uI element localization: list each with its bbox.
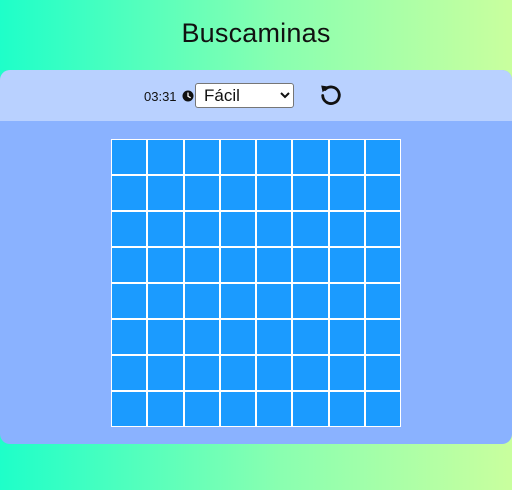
board-cell[interactable] <box>148 212 183 246</box>
clock-icon <box>182 90 194 102</box>
board-cell[interactable] <box>293 284 328 318</box>
board-cell[interactable] <box>184 176 219 210</box>
game-panel: 03:31 Fácil <box>0 70 512 444</box>
board-cell[interactable] <box>257 392 292 426</box>
board-cell[interactable] <box>148 140 183 174</box>
board-cell[interactable] <box>365 320 400 354</box>
board-cell[interactable] <box>293 356 328 390</box>
board-cell[interactable] <box>365 140 400 174</box>
minefield-grid <box>111 139 401 427</box>
board-cell[interactable] <box>148 284 183 318</box>
board-cell[interactable] <box>293 392 328 426</box>
board-cell[interactable] <box>257 356 292 390</box>
board-cell[interactable] <box>220 212 255 246</box>
board-cell[interactable] <box>148 392 183 426</box>
board-cell[interactable] <box>184 212 219 246</box>
board-cell[interactable] <box>365 176 400 210</box>
board-cell[interactable] <box>220 140 255 174</box>
board-cell[interactable] <box>148 320 183 354</box>
board-cell[interactable] <box>257 176 292 210</box>
board-cell[interactable] <box>329 176 364 210</box>
board-cell[interactable] <box>184 284 219 318</box>
board-cell[interactable] <box>220 356 255 390</box>
board-cell[interactable] <box>329 140 364 174</box>
board-cell[interactable] <box>112 320 147 354</box>
board-cell[interactable] <box>220 320 255 354</box>
board-cell[interactable] <box>329 284 364 318</box>
board-cell[interactable] <box>184 356 219 390</box>
board-cell[interactable] <box>293 140 328 174</box>
board-cell[interactable] <box>293 176 328 210</box>
board-cell[interactable] <box>112 212 147 246</box>
difficulty-select[interactable]: Fácil <box>195 83 294 108</box>
board-cell[interactable] <box>220 284 255 318</box>
board-cell[interactable] <box>293 320 328 354</box>
board-cell[interactable] <box>329 392 364 426</box>
board-cell[interactable] <box>112 140 147 174</box>
board-cell[interactable] <box>365 248 400 282</box>
board-cell[interactable] <box>220 176 255 210</box>
board-cell[interactable] <box>112 248 147 282</box>
board-cell[interactable] <box>112 392 147 426</box>
board-cell[interactable] <box>365 284 400 318</box>
board-cell[interactable] <box>257 212 292 246</box>
board-cell[interactable] <box>148 356 183 390</box>
board-cell[interactable] <box>329 212 364 246</box>
board-cell[interactable] <box>257 284 292 318</box>
board-cell[interactable] <box>329 320 364 354</box>
board-cell[interactable] <box>257 248 292 282</box>
board-cell[interactable] <box>148 248 183 282</box>
board-cell[interactable] <box>184 392 219 426</box>
board-cell[interactable] <box>365 356 400 390</box>
board-cell[interactable] <box>329 248 364 282</box>
page-title: Buscaminas <box>181 18 331 48</box>
board-cell[interactable] <box>112 356 147 390</box>
board-cell[interactable] <box>184 320 219 354</box>
board-cell[interactable] <box>220 248 255 282</box>
board-cell[interactable] <box>220 392 255 426</box>
board-cell[interactable] <box>365 392 400 426</box>
reset-icon[interactable] <box>318 82 344 108</box>
board-cell[interactable] <box>257 140 292 174</box>
toolbar: 03:31 Fácil <box>0 70 512 121</box>
board-cell[interactable] <box>293 212 328 246</box>
board-cell[interactable] <box>148 176 183 210</box>
timer: 03:31 <box>144 89 177 104</box>
board-cell[interactable] <box>365 212 400 246</box>
board-cell[interactable] <box>293 248 328 282</box>
board-cell[interactable] <box>184 140 219 174</box>
board-cell[interactable] <box>112 284 147 318</box>
board-cell[interactable] <box>112 176 147 210</box>
board-cell[interactable] <box>329 356 364 390</box>
board-cell[interactable] <box>257 320 292 354</box>
board-cell[interactable] <box>184 248 219 282</box>
